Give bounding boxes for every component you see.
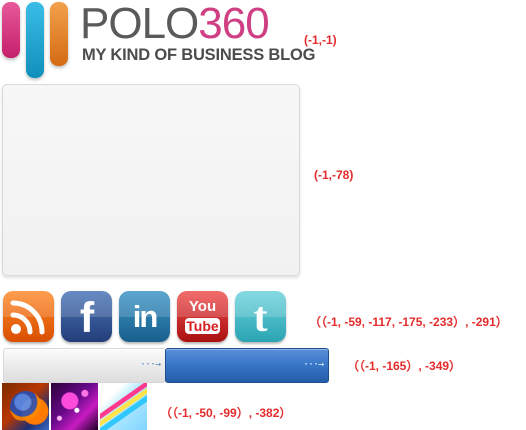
orange-logo-bar — [50, 2, 68, 66]
colorful-swirl-thumbnail[interactable] — [100, 383, 147, 430]
logo-title: POLO360 — [80, 0, 270, 48]
youtube-top-text: You — [188, 298, 217, 315]
blue-logo-bar — [26, 2, 44, 78]
youtube-bottom-text: Tube — [185, 318, 220, 334]
logo-bars — [2, 2, 72, 78]
arrow-right-icon: ···→ — [140, 359, 161, 370]
light-arrow-button[interactable]: ···→ — [3, 348, 166, 383]
rss-glyph-icon — [10, 300, 45, 335]
content-panel-sprite — [2, 84, 300, 276]
buttons-coordinate-label: （（-1, -165）, -349） — [347, 359, 462, 373]
panel-coordinate-label: (-1,-78) — [314, 168, 354, 182]
firefox-thumbnail[interactable] — [2, 383, 49, 430]
linkedin-letters: in — [132, 299, 159, 334]
linkedin-icon[interactable]: in — [119, 291, 170, 342]
facebook-icon[interactable]: f — [61, 291, 112, 342]
thumbnails-coordinate-label: （（-1, -50, -99）, -382） — [160, 406, 292, 420]
social-icons-row: f in You Tube t — [3, 291, 293, 343]
facebook-letter: f — [79, 294, 95, 342]
logo-tagline: MY KIND OF BUSINESS BLOG — [82, 46, 316, 64]
css-sprite-sheet: POLO360 MY KIND OF BUSINESS BLOG (-1,-1)… — [0, 0, 526, 430]
youtube-icon[interactable]: You Tube — [177, 291, 228, 342]
twitter-letter: t — [253, 295, 268, 341]
rss-icon[interactable] — [3, 291, 54, 342]
logo-title-accent: 360 — [198, 0, 269, 48]
social-icons-coordinate-label: （（-1, -59, -117, -175, -233）, -291） — [309, 315, 508, 329]
logo-coordinate-label: (-1,-1) — [304, 33, 337, 47]
arrow-right-icon: ···→ — [303, 359, 324, 370]
pink-logo-bar — [2, 2, 20, 58]
purple-bokeh-thumbnail[interactable] — [51, 383, 98, 430]
twitter-icon[interactable]: t — [235, 291, 286, 342]
dark-arrow-button[interactable]: ···→ — [165, 348, 329, 383]
logo-title-main: POLO — [80, 0, 199, 48]
